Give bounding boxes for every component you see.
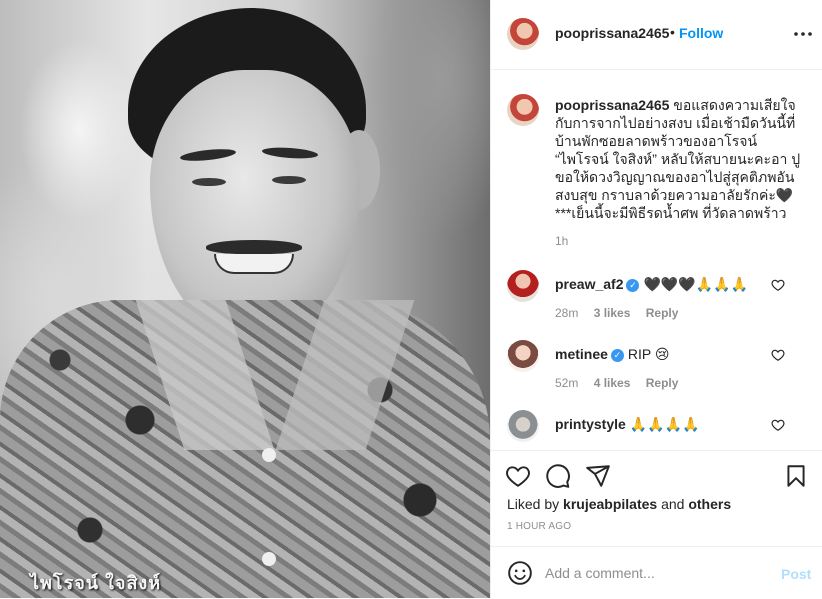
commenter-avatar[interactable] (507, 340, 539, 372)
caption-author-avatar[interactable] (507, 94, 539, 126)
heart-icon[interactable] (505, 463, 531, 489)
bookmark-icon[interactable] (783, 463, 809, 489)
comment-like-heart-icon[interactable] (771, 278, 785, 292)
photo-eye-left (192, 178, 226, 186)
comment-item: preaw_af2 ✓ 🖤🖤🖤🙏🙏🙏 28m 3 likes Reply (491, 270, 822, 330)
post-dialog: ไพโรจน์ ใจสิงห์ pooprissana2465 • Follow… (0, 0, 822, 598)
comment-meta: 28m 3 likes Reply (555, 306, 690, 320)
photo-shirt-button (262, 448, 276, 462)
comment-likes[interactable]: 4 likes (594, 376, 631, 390)
caption-timestamp[interactable]: 1h (555, 234, 568, 248)
comment-item: metinee ✓ RIP 😢 52m 4 likes Reply (491, 340, 822, 400)
liked-by-others[interactable]: others (688, 496, 731, 512)
share-icon[interactable] (585, 463, 611, 489)
comment-text: RIP 😢 (627, 346, 670, 362)
photo-watermark-caption: ไพโรจน์ ใจสิงห์ (30, 573, 162, 593)
comment-line: printystyle 🙏🙏🙏🙏 (555, 416, 700, 433)
comment-icon[interactable] (545, 463, 571, 489)
comment-meta: 52m 4 likes Reply (555, 376, 690, 390)
post-actions-section: Liked by krujeabpilates and others 1 HOU… (491, 450, 822, 598)
comment-line: preaw_af2 ✓ 🖤🖤🖤🙏🙏🙏 (555, 276, 748, 293)
commenter-username[interactable]: preaw_af2 (555, 276, 623, 292)
post-timestamp[interactable]: 1 HOUR AGO (507, 521, 571, 532)
author-username[interactable]: pooprissana2465 (555, 25, 669, 41)
comment-time[interactable]: 28m (555, 306, 578, 320)
liked-by-prefix: Liked by (507, 496, 560, 512)
photo-smile (214, 254, 294, 274)
commenter-username[interactable]: metinee (555, 346, 608, 362)
emoji-icon[interactable] (507, 560, 533, 586)
caption-username[interactable]: pooprissana2465 (555, 97, 669, 113)
post-side-panel: pooprissana2465 • Follow pooprissana2465… (490, 0, 822, 598)
liked-by-summary: Liked by krujeabpilates and others (507, 496, 731, 512)
post-photo[interactable]: ไพโรจน์ ใจสิงห์ (0, 0, 490, 598)
liked-by-and: and (661, 496, 685, 512)
comment-like-heart-icon[interactable] (771, 348, 785, 362)
caption-body: ขอแสดงความเสียใจกับการจากไปอย่างสงบ เมื่… (555, 97, 801, 221)
comment-item: printystyle 🙏🙏🙏🙏 (491, 410, 822, 450)
follow-button[interactable]: Follow (679, 25, 723, 41)
comment-text: 🖤🖤🖤🙏🙏🙏 (643, 276, 749, 292)
photo-eye-right (272, 176, 306, 184)
post-header: pooprissana2465 • Follow (491, 0, 822, 70)
liked-by-user[interactable]: krujeabpilates (563, 496, 657, 512)
photo-shirt-button (262, 552, 276, 566)
header-separator: • (670, 24, 675, 40)
more-icon[interactable] (791, 22, 815, 51)
add-comment-bar: Post (491, 546, 822, 599)
more-icon-glyph (794, 32, 812, 36)
comment-line: metinee ✓ RIP 😢 (555, 346, 670, 363)
comment-time[interactable]: 52m (555, 376, 578, 390)
commenter-username[interactable]: printystyle (555, 416, 626, 432)
reply-button[interactable]: Reply (646, 306, 679, 320)
reply-button[interactable]: Reply (646, 376, 679, 390)
commenter-avatar[interactable] (507, 270, 539, 302)
verified-badge-icon: ✓ (610, 349, 624, 362)
author-avatar[interactable] (507, 18, 539, 50)
comment-like-heart-icon[interactable] (771, 418, 785, 432)
comment-text: 🙏🙏🙏🙏 (629, 416, 700, 432)
verified-badge-icon: ✓ (626, 279, 640, 292)
post-comment-button[interactable]: Post (781, 566, 811, 582)
commenter-avatar[interactable] (507, 410, 539, 442)
comment-input[interactable] (545, 561, 765, 585)
caption-text-block: pooprissana2465 ขอแสดงความเสียใจกับการจา… (555, 96, 807, 222)
photo-mustache (206, 240, 302, 254)
comment-likes[interactable]: 3 likes (594, 306, 631, 320)
